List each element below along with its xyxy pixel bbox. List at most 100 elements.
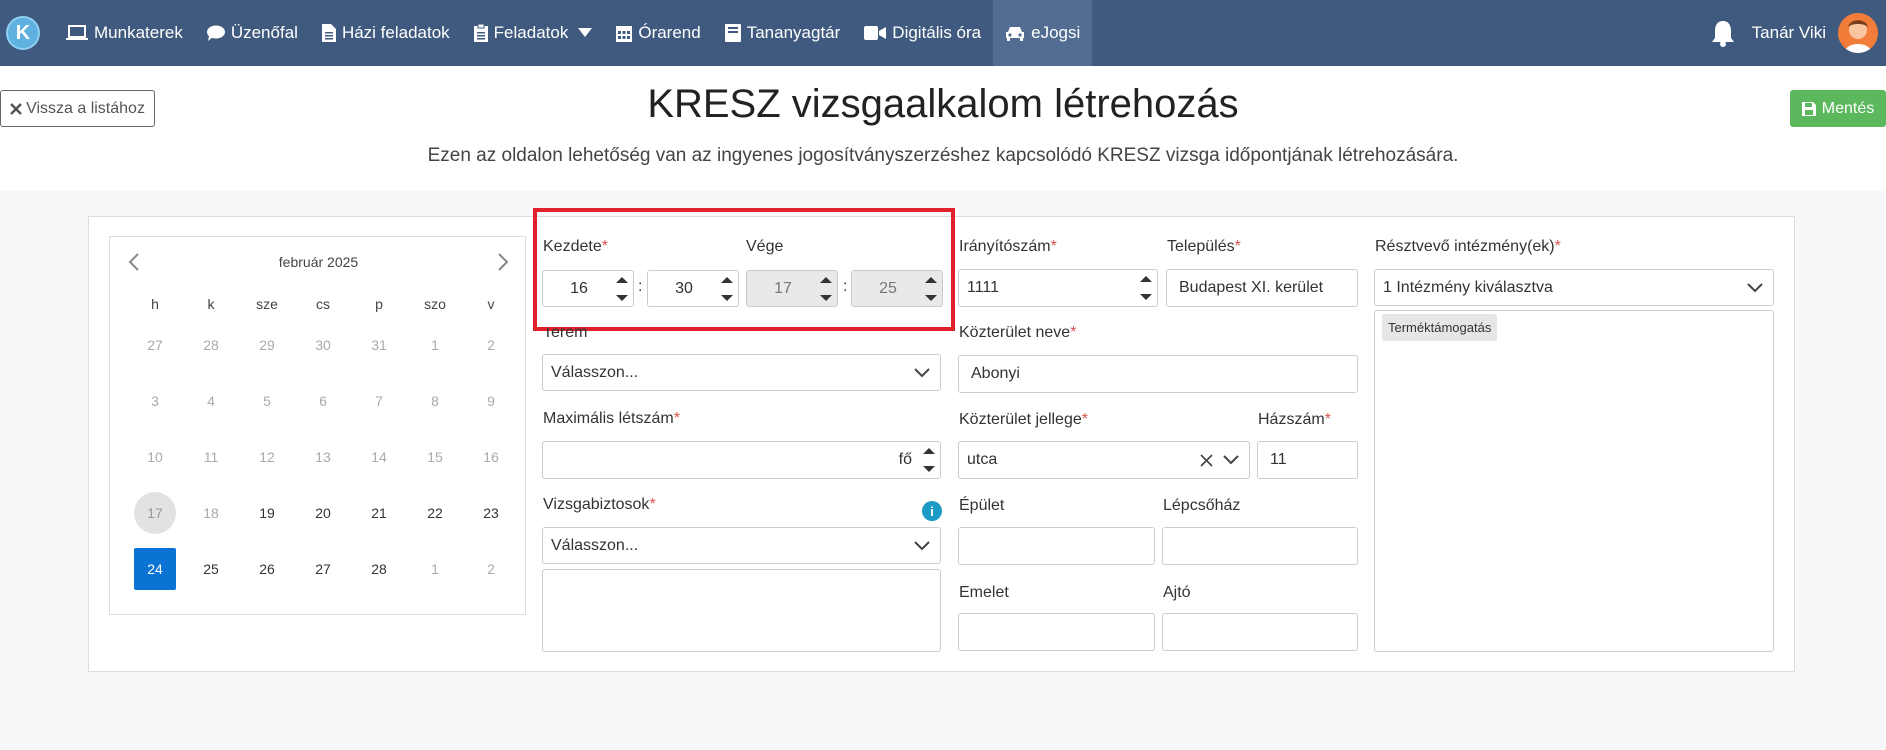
calendar-day[interactable]: 19 (239, 485, 295, 541)
spin-up-icon[interactable] (819, 275, 833, 285)
nav-item-munkaterek[interactable]: Munkaterek (54, 0, 195, 66)
end-minute-input[interactable]: 25 (851, 270, 943, 307)
end-hour-spinner[interactable] (819, 275, 833, 303)
calendar-day[interactable]: 1 (407, 541, 463, 597)
calendar-day[interactable]: 13 (295, 429, 351, 485)
calendar-day-label: 19 (259, 505, 275, 521)
spin-down-icon[interactable] (922, 464, 936, 474)
city-input[interactable]: Budapest XI. kerület (1166, 269, 1358, 307)
max-headcount-spinner[interactable] (922, 446, 936, 474)
calendar-day[interactable]: 24 (127, 541, 183, 597)
calendar-day[interactable]: 23 (463, 485, 519, 541)
chevron-left-icon[interactable] (128, 253, 140, 271)
nav-item-digitalis-ora[interactable]: Digitális óra (852, 0, 993, 66)
calendar-day[interactable]: 22 (407, 485, 463, 541)
nav-item-uzenofal[interactable]: Üzenőfal (195, 0, 310, 66)
start-hour-input[interactable]: 16 (542, 270, 634, 307)
calendar-day[interactable]: 27 (127, 317, 183, 373)
calendar-day[interactable]: 8 (407, 373, 463, 429)
nav-item-feladatok[interactable]: Feladatok (462, 0, 605, 66)
spin-up-icon[interactable] (1139, 274, 1153, 284)
nav-item-tananyagtar[interactable]: Tananyagtár (713, 0, 853, 66)
calendar-day[interactable]: 5 (239, 373, 295, 429)
avatar[interactable] (1838, 13, 1878, 53)
info-icon[interactable]: i (922, 501, 942, 521)
calendar-day[interactable]: 10 (127, 429, 183, 485)
nav-item-ejogsi[interactable]: eJogsi (993, 0, 1093, 66)
stairwell-input[interactable] (1162, 527, 1358, 565)
zip-label: Irányítószám* (959, 238, 1057, 255)
calendar-day[interactable]: 12 (239, 429, 295, 485)
stairwell-label: Lépcsőház (1163, 497, 1241, 514)
video-icon (864, 26, 887, 40)
zip-input[interactable]: 1111 (958, 269, 1158, 307)
calendar-day[interactable]: 20 (295, 485, 351, 541)
calendar-day[interactable]: 14 (351, 429, 407, 485)
calendar-day-label: 22 (427, 505, 443, 521)
calendar-day[interactable]: 30 (295, 317, 351, 373)
street-type-select[interactable]: utca (958, 441, 1250, 479)
start-minute-input[interactable]: 30 (647, 270, 739, 307)
calendar-day[interactable]: 18 (183, 485, 239, 541)
spin-down-icon[interactable] (720, 293, 734, 303)
calendar-day[interactable]: 21 (351, 485, 407, 541)
street-name-input[interactable]: Abonyi (958, 355, 1358, 393)
calendar-day-label: 28 (203, 337, 219, 353)
calendar-day[interactable]: 29 (239, 317, 295, 373)
calendar-day[interactable]: 1 (407, 317, 463, 373)
calendar-day[interactable]: 17 (127, 485, 183, 541)
spin-up-icon[interactable] (922, 446, 936, 456)
calendar-day[interactable]: 9 (463, 373, 519, 429)
calendar-day[interactable]: 25 (183, 541, 239, 597)
nav-item-orarend[interactable]: Órarend (604, 0, 712, 66)
institutions-select[interactable]: 1 Intézmény kiválasztva (1374, 269, 1774, 306)
zip-spinner[interactable] (1139, 274, 1153, 302)
clear-icon[interactable] (1200, 454, 1213, 467)
start-minute-spinner[interactable] (720, 275, 734, 303)
chevron-right-icon[interactable] (497, 253, 509, 271)
calendar-day[interactable]: 16 (463, 429, 519, 485)
spin-up-icon[interactable] (615, 275, 629, 285)
end-minute-spinner[interactable] (924, 275, 938, 303)
calendar-day[interactable]: 11 (183, 429, 239, 485)
floor-input[interactable] (958, 613, 1155, 651)
calendar-day[interactable]: 27 (295, 541, 351, 597)
calendar-day[interactable]: 4 (183, 373, 239, 429)
calendar-day[interactable]: 2 (463, 317, 519, 373)
door-input[interactable] (1162, 613, 1358, 651)
calendar-day[interactable]: 3 (127, 373, 183, 429)
user-name[interactable]: Tanár Viki (1752, 23, 1826, 43)
building-input[interactable] (958, 527, 1155, 565)
max-headcount-input[interactable]: fő (542, 441, 941, 479)
calendar-day-label: 8 (431, 393, 439, 409)
end-hour-input[interactable]: 17 (746, 270, 838, 307)
bell-icon[interactable] (1710, 19, 1736, 47)
nav-item-hazi-feladatok[interactable]: Házi feladatok (310, 0, 462, 66)
calendar-day[interactable]: 7 (351, 373, 407, 429)
examiners-list[interactable] (542, 569, 941, 652)
calendar-day[interactable]: 6 (295, 373, 351, 429)
spin-down-icon[interactable] (819, 293, 833, 303)
calendar-day[interactable]: 2 (463, 541, 519, 597)
spin-up-icon[interactable] (924, 275, 938, 285)
max-headcount-label: Maximális létszám* (543, 410, 680, 427)
app-logo[interactable]: K (6, 16, 40, 50)
calendar-day[interactable]: 26 (239, 541, 295, 597)
calendar-day[interactable]: 31 (351, 317, 407, 373)
calendar-day-label: 18 (203, 505, 219, 521)
clipboard-icon (473, 24, 488, 42)
spin-down-icon[interactable] (1139, 292, 1153, 302)
spin-down-icon[interactable] (924, 293, 938, 303)
start-hour-spinner[interactable] (615, 275, 629, 303)
calendar-day[interactable]: 28 (351, 541, 407, 597)
spin-up-icon[interactable] (720, 275, 734, 285)
room-select[interactable]: Válasszon... (542, 354, 941, 391)
house-number-input[interactable]: 11 (1257, 441, 1358, 479)
calendar-day[interactable]: 15 (407, 429, 463, 485)
start-label: Kezdete* (543, 238, 608, 255)
spin-down-icon[interactable] (615, 293, 629, 303)
save-button[interactable]: Mentés (1790, 90, 1886, 127)
calendar-day[interactable]: 28 (183, 317, 239, 373)
examiners-select[interactable]: Válasszon... (542, 527, 941, 564)
institution-tag[interactable]: Terméktámogatás (1382, 314, 1498, 341)
